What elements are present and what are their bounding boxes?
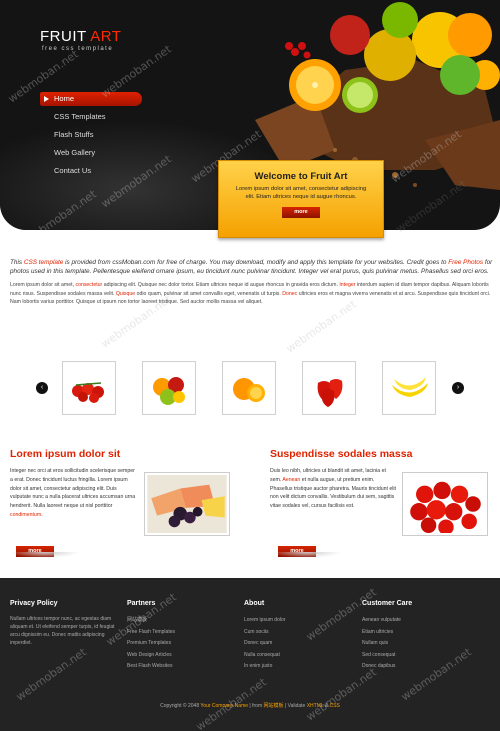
fruit-plate-image xyxy=(147,475,227,533)
mixed-fruit-icon xyxy=(153,377,185,405)
footer-link[interactable]: Etiam ultricies xyxy=(362,627,472,639)
footer-link[interactable]: Cum sociis xyxy=(244,627,354,639)
left-article-text: Integer nec orci at eros sollicitudin sc… xyxy=(10,467,136,520)
site-link[interactable]: 网站模板 xyxy=(264,703,284,709)
footer-link[interactable]: Free Flash Templates xyxy=(127,627,237,639)
footer-link[interactable]: Nullam quis xyxy=(362,638,472,650)
footer-privacy: Privacy Policy Nullam ultrices tempor nu… xyxy=(10,600,120,647)
thumbnail-gallery: ‹ › xyxy=(0,358,500,420)
company-link[interactable]: Your Company Name xyxy=(200,703,248,709)
quisque-link[interactable]: Quisque xyxy=(116,291,135,297)
nav-label: Contact Us xyxy=(54,166,92,175)
nav-label: CSS Templates xyxy=(54,112,106,121)
logo-word-1: FRUIT xyxy=(40,28,87,45)
footer-partners: Partners 网站模板 Free Flash Templates Premi… xyxy=(127,600,237,673)
nav-item-contact-us[interactable]: Contact Us xyxy=(40,164,142,182)
consectetur-link[interactable]: consectetur xyxy=(75,282,102,288)
copyright-text: | Validate xyxy=(284,703,306,709)
footer-link[interactable]: Best Flash Websites xyxy=(127,661,237,673)
footer-heading: Customer Care xyxy=(362,600,413,607)
logo-word-2: ART xyxy=(90,28,122,45)
bananas-icon xyxy=(392,377,428,397)
lead-text: This xyxy=(10,259,23,266)
site-footer: Privacy Policy Nullam ultrices tempor nu… xyxy=(0,578,500,731)
right-article-title: Suspendisse sodales massa xyxy=(270,448,413,460)
body-text: Lorem ipsum dolor sit amet, xyxy=(10,282,75,288)
intro-section: This CSS template is provided from cssMo… xyxy=(10,258,494,307)
gallery-next-button[interactable]: › xyxy=(452,382,464,394)
footer-link[interactable]: In enim justo xyxy=(244,661,354,673)
css-link[interactable]: CSS xyxy=(330,703,340,709)
footer-link[interactable]: 网站模板 xyxy=(127,615,237,627)
welcome-title: Welcome to Fruit Art xyxy=(254,171,348,182)
tomatoes-image xyxy=(405,475,485,535)
body-text: adipiscing elit. Quisque nec dolor torto… xyxy=(103,282,338,288)
watermark: webmoban.net xyxy=(13,645,89,704)
watermark: webmoban.net xyxy=(303,665,379,724)
footer-link[interactable]: Premium Templates xyxy=(127,638,237,650)
body-text: odio quam, pulvinar sit amet convallis e… xyxy=(136,290,281,297)
main-nav: Home CSS Templates Flash Stuffs Web Gall… xyxy=(40,92,142,182)
nav-item-flash-stuffs[interactable]: Flash Stuffs xyxy=(40,128,142,146)
footer-link[interactable]: Lorem ipsum dolor xyxy=(244,615,354,627)
article-text: . xyxy=(41,511,43,518)
footer-privacy-text: Nullam ultrices tempor nunc, ac egestas … xyxy=(10,616,115,646)
nav-item-web-gallery[interactable]: Web Gallery xyxy=(40,146,142,164)
nav-item-css-templates[interactable]: CSS Templates xyxy=(40,110,142,128)
footer-link[interactable]: Nulla consequat xyxy=(244,650,354,662)
intro-lead: This CSS template is provided from cssMo… xyxy=(10,258,494,276)
right-article-image xyxy=(402,472,488,536)
condimentum-link[interactable]: condimentum xyxy=(10,512,41,518)
integer-link[interactable]: Integer xyxy=(339,282,355,288)
xhtml-link[interactable]: XHTML xyxy=(307,703,324,709)
article-text: Integer nec orci at eros sollicitudin sc… xyxy=(10,468,136,510)
footer-about: About Lorem ipsum dolor Cum sociis Donec… xyxy=(244,600,354,673)
left-article: Lorem ipsum dolor sit Integer nec orci a… xyxy=(10,448,230,558)
nav-label: Home xyxy=(54,94,75,103)
footer-link[interactable]: Aenean vulputate xyxy=(362,615,472,627)
css-template-link[interactable]: CSS template xyxy=(24,259,63,266)
footer-customer-care: Customer Care Aenean vulputate Etiam ult… xyxy=(362,600,472,673)
oranges-icon xyxy=(233,378,265,402)
arrow-bullet-icon xyxy=(44,96,49,102)
welcome-more-button[interactable]: more xyxy=(282,207,320,218)
right-article: Suspendisse sodales massa Duis leo nibh,… xyxy=(270,448,490,558)
nav-label: Web Gallery xyxy=(54,148,96,157)
copyright-text: & xyxy=(324,703,329,709)
site-logo[interactable]: FRUIT ART xyxy=(40,28,121,45)
left-article-image xyxy=(144,472,230,536)
tomatoes-icon xyxy=(72,382,104,403)
gallery-thumb-oranges[interactable] xyxy=(222,361,276,415)
copyright-text: Copyright © 2048 xyxy=(160,703,200,709)
nav-item-home[interactable]: Home xyxy=(40,92,142,106)
donec-link[interactable]: Donec xyxy=(282,291,297,297)
footer-heading: About xyxy=(244,600,265,607)
copyright-text: | from xyxy=(249,703,263,709)
footer-heading: Partners xyxy=(127,600,156,607)
footer-link[interactable]: Sed consequat xyxy=(362,650,472,662)
welcome-text: Lorem ipsum dolor sit amet, consectetur … xyxy=(235,186,367,200)
footer-link[interactable]: Web Design Articles xyxy=(127,650,237,662)
left-article-title: Lorem ipsum dolor sit xyxy=(10,448,121,460)
button-shadow xyxy=(10,552,80,558)
logo-tagline: free css template xyxy=(42,46,114,52)
aenean-link[interactable]: Aenean xyxy=(282,477,300,483)
footer-heading: Privacy Policy xyxy=(10,600,58,607)
button-shadow xyxy=(272,552,342,558)
strawberries-icon xyxy=(317,379,343,407)
gallery-prev-button[interactable]: ‹ xyxy=(36,382,48,394)
intro-body: Lorem ipsum dolor sit amet, consectetur … xyxy=(10,281,494,307)
gallery-thumb-mixed-fruit[interactable] xyxy=(142,361,196,415)
gallery-thumb-bananas[interactable] xyxy=(382,361,436,415)
welcome-box: Welcome to Fruit Art Lorem ipsum dolor s… xyxy=(218,160,384,238)
gallery-thumb-tomatoes[interactable] xyxy=(62,361,116,415)
footer-link[interactable]: Donec dapibus xyxy=(362,661,472,673)
gallery-thumb-strawberries[interactable] xyxy=(302,361,356,415)
lead-text: is provided from cssMoban.com for free o… xyxy=(65,259,447,266)
nav-label: Flash Stuffs xyxy=(54,130,94,139)
right-article-text: Duis leo nibh, ultricies ut blandit sit … xyxy=(270,467,396,511)
footer-link[interactable]: Donec quam xyxy=(244,638,354,650)
copyright-line: Copyright © 2048 Your Company Name | fro… xyxy=(0,702,500,709)
free-photos-link[interactable]: Free Photos xyxy=(448,259,483,266)
